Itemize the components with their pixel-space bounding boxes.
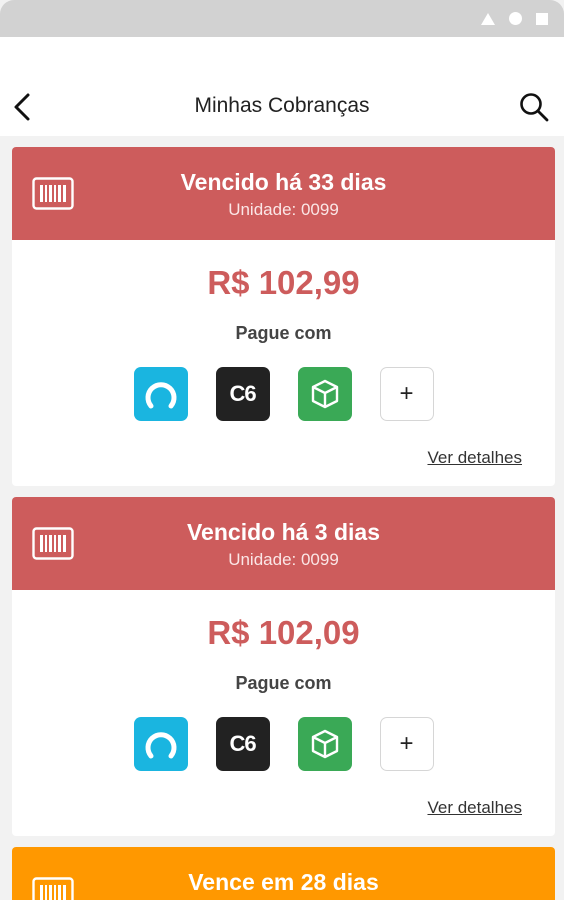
- payment-methods: C6 +: [12, 717, 555, 771]
- ring-logo-icon: [145, 382, 176, 409]
- ring-logo-icon: [145, 732, 176, 759]
- pay-c6-button[interactable]: C6: [215, 717, 270, 771]
- battery-icon: [536, 12, 548, 25]
- charge-card: Vence em 28 dias: [12, 847, 555, 900]
- cube-logo-icon: [311, 729, 338, 759]
- unit-label: Unidade: 0099: [228, 550, 339, 569]
- more-payment-button[interactable]: +: [379, 717, 434, 771]
- charge-card-header: Vence em 28 dias: [12, 847, 555, 900]
- payment-methods: C6 +: [12, 367, 555, 421]
- charge-card: Vencido há 33 dias Unidade: 0099 R$ 102,…: [12, 147, 555, 486]
- pay-with-label: Pague com: [235, 323, 332, 343]
- pay-app-green-button[interactable]: [297, 367, 352, 421]
- see-details-link[interactable]: Ver detalhes: [427, 448, 522, 468]
- charge-amount: R$ 102,09: [207, 614, 360, 651]
- pay-app-ring-button[interactable]: [133, 717, 188, 771]
- due-status: Vencido há 3 dias: [186, 519, 381, 545]
- pay-with-label: Pague com: [235, 673, 332, 693]
- pay-c6-button[interactable]: C6: [215, 367, 270, 421]
- signal-icon: [481, 12, 495, 25]
- charge-card-header: Vencido há 33 dias Unidade: 0099: [12, 147, 555, 240]
- more-payment-button[interactable]: +: [379, 367, 434, 421]
- app-header: Minhas Cobranças: [0, 37, 564, 136]
- charge-amount: R$ 102,99: [207, 264, 360, 301]
- charge-card-header: Vencido há 3 dias Unidade: 0099: [12, 497, 555, 590]
- due-status: Vencido há 33 dias: [180, 169, 387, 195]
- status-bar: [0, 0, 564, 37]
- search-icon[interactable]: [516, 89, 552, 125]
- unit-label: Unidade: 0099: [228, 200, 339, 219]
- phone-screen: Minhas Cobranças Vencido há 33 dias Unid…: [0, 0, 564, 900]
- wifi-icon: [509, 12, 522, 25]
- page-title: Minhas Cobranças: [194, 94, 370, 117]
- due-status: Vence em 28 dias: [188, 869, 379, 895]
- pay-app-ring-button[interactable]: [133, 367, 188, 421]
- pay-app-green-button[interactable]: [297, 717, 352, 771]
- see-details-link[interactable]: Ver detalhes: [427, 798, 522, 818]
- charge-card: Vencido há 3 dias Unidade: 0099 R$ 102,0…: [12, 497, 555, 836]
- cube-logo-icon: [311, 379, 338, 409]
